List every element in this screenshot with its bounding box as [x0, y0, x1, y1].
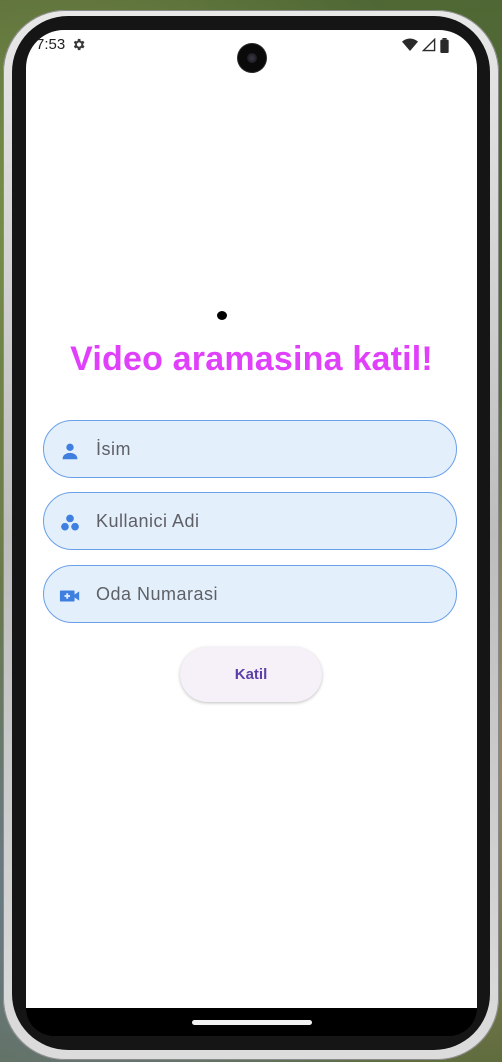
wifi-icon — [402, 38, 418, 51]
loading-dot — [217, 311, 227, 320]
name-input[interactable] — [96, 421, 436, 477]
page-title: Video aramasina katil! — [70, 340, 433, 378]
username-field[interactable] — [43, 492, 457, 550]
status-time: 7:53 — [36, 36, 66, 53]
room-number-input[interactable] — [96, 566, 436, 622]
room-number-field[interactable] — [43, 565, 457, 623]
front-camera — [238, 44, 266, 72]
app-screen: 7:53 Video aramasina katil! İsim Kullani… — [26, 30, 477, 1008]
cell-signal-icon — [422, 38, 436, 52]
group-icon — [61, 514, 79, 531]
name-field[interactable] — [43, 420, 457, 478]
gear-icon — [73, 38, 85, 51]
username-input[interactable] — [96, 493, 436, 549]
status-icons — [402, 37, 449, 53]
status-bar: 7:53 — [26, 30, 477, 72]
battery-icon — [440, 37, 449, 53]
join-button[interactable]: Katil — [180, 647, 322, 702]
person-icon — [62, 443, 78, 460]
home-indicator[interactable] — [192, 1020, 312, 1025]
video-call-icon — [59, 590, 80, 602]
